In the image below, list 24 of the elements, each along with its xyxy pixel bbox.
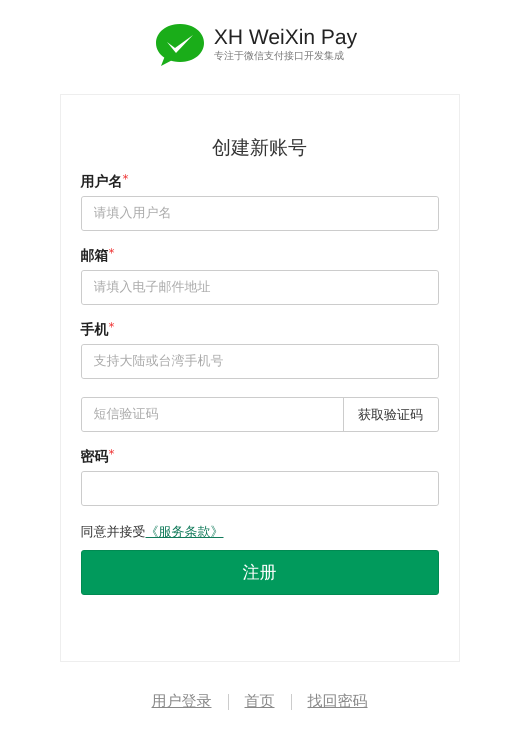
agreement-text: 同意并接受 [80, 525, 146, 540]
input-field[interactable]: 短信验证码 [80, 397, 344, 432]
input-field[interactable] [80, 471, 438, 506]
tagline: 专注于微信支付接口开发集成 [214, 50, 345, 64]
input-field[interactable]: 支持大陆或台湾手机号 [80, 344, 438, 379]
required-mark: * [108, 448, 114, 460]
field-label: 邮箱 [80, 247, 108, 265]
footer-link[interactable]: 用户登录 [152, 692, 212, 711]
register-button[interactable]: 注册 [80, 550, 438, 595]
required-mark: * [108, 321, 114, 333]
field-label: 密码 [80, 448, 108, 466]
form-title: 创建新账号 [211, 136, 308, 161]
footer-link[interactable]: 找回密码 [308, 692, 368, 711]
brand-name: XH WeiXin Pay [214, 26, 358, 50]
terms-link[interactable]: 《服务条款》 [146, 525, 224, 540]
required-mark: * [122, 173, 128, 185]
input-field[interactable]: 请填入用户名 [80, 196, 438, 231]
field-label: 用户名 [80, 173, 122, 191]
field-label: 手机 [80, 321, 108, 339]
input-field[interactable]: 请填入电子邮件地址 [80, 270, 438, 305]
get-code-button[interactable]: 获取验证码 [344, 397, 438, 432]
footer-link[interactable]: 首页 [244, 692, 274, 711]
required-mark: * [108, 247, 114, 259]
logo-icon [154, 22, 206, 68]
